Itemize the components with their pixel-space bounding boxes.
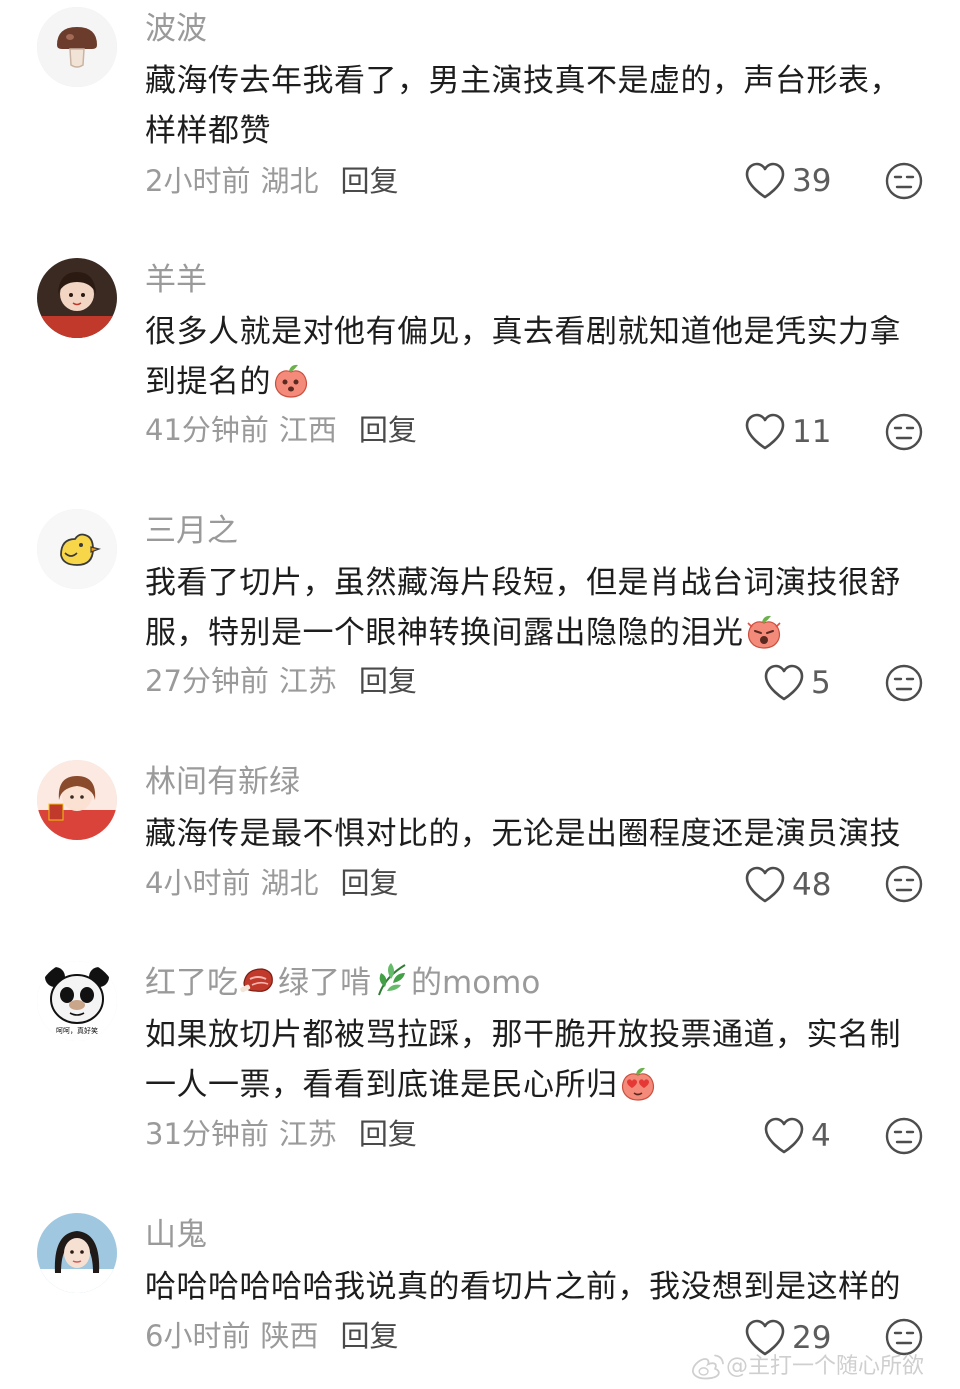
reply-button[interactable]: 回复 (340, 1319, 398, 1353)
comment-location: 江苏 (278, 664, 337, 698)
comment-text: 如果放切片都被骂拉踩，那干脆开放投票通道，实名制一人一票，看看到底谁是民心所归 (145, 1010, 930, 1110)
user-avatar[interactable] (37, 509, 117, 589)
username-part: 红了吃 (145, 965, 238, 1001)
like-count: 11 (792, 414, 832, 450)
peach-heart-eyes-emoji (621, 1067, 654, 1101)
comment-text-content: 如果放切片都被骂拉踩，那干脆开放投票通道，实名制一人一票，看看到底谁是民心所归 (145, 1017, 901, 1103)
like-button[interactable]: 4 (763, 1113, 831, 1159)
reply-button[interactable]: 回复 (340, 866, 398, 900)
peach-face-emoji (274, 364, 308, 398)
dislike-face-icon[interactable] (884, 864, 924, 904)
comment-meta: 6小时前 陕西 回复 (145, 1313, 398, 1359)
watermark-text: @主打一个随心所欲 (726, 1354, 925, 1379)
comment-meta: 41分钟前 江西 回复 (145, 407, 417, 453)
comment-time: 4小时前 (145, 866, 251, 900)
reply-button[interactable]: 回复 (359, 413, 417, 447)
comment-text: 很多人就是对他有偏见，真去看剧就知道他是凭实力拿到提名的 (145, 307, 930, 407)
like-button[interactable]: 5 (763, 660, 831, 706)
peach-shocked-emoji (746, 615, 781, 649)
comment-time: 41分钟前 (145, 413, 269, 447)
comment-time: 27分钟前 (145, 664, 269, 698)
comment-text-content: 很多人就是对他有偏见，真去看剧就知道他是凭实力拿到提名的 (145, 314, 901, 400)
heart-icon (764, 1117, 804, 1154)
mushroom-icon (37, 7, 117, 87)
comment-time: 31分钟前 (145, 1117, 269, 1151)
comment-meta: 31分钟前 江苏 回复 (145, 1111, 417, 1157)
reply-button[interactable]: 回复 (340, 164, 398, 198)
heart-icon (745, 413, 785, 450)
reply-button[interactable]: 回复 (359, 664, 417, 698)
comment-meta: 4小时前 湖北 回复 (145, 860, 398, 906)
comment-text: 我看了切片，虽然藏海片段短，但是肖战台词演技很舒服，特别是一个眼神转换间露出隐隐… (145, 558, 930, 658)
username[interactable]: 波波 (145, 4, 207, 54)
comment-text: 哈哈哈哈哈哈我说真的看切片之前，我没想到是这样的 (145, 1269, 901, 1305)
reply-button[interactable]: 回复 (359, 1117, 417, 1151)
comment-location: 陕西 (260, 1319, 319, 1353)
dislike-face-icon[interactable] (884, 412, 924, 452)
like-button[interactable]: 48 (744, 862, 831, 908)
dislike-face-icon[interactable] (884, 663, 924, 703)
dislike-face-icon[interactable] (884, 1116, 924, 1156)
comment-location: 江西 (278, 413, 337, 447)
comment-location: 湖北 (260, 164, 319, 198)
chick-icon (37, 509, 117, 589)
girl-photo-avatar (37, 258, 117, 338)
woman-photo-avatar (37, 1213, 117, 1293)
like-count: 5 (811, 665, 831, 701)
username-part: 绿了啃 (278, 965, 371, 1001)
username[interactable]: 山鬼 (145, 1210, 207, 1260)
weibo-icon (692, 1354, 724, 1380)
avatar-caption: 呵呵，真好笑 (56, 1026, 98, 1035)
comment-time: 2小时前 (145, 164, 251, 198)
username-part: 的momo (411, 965, 541, 1001)
user-avatar[interactable] (37, 7, 117, 87)
username[interactable]: 羊羊 (145, 255, 207, 305)
user-avatar[interactable] (37, 1213, 117, 1293)
leaf-emoji (378, 963, 406, 996)
like-count: 4 (811, 1118, 831, 1154)
watermark: @主打一个随心所欲 (690, 1350, 924, 1384)
heart-icon (745, 162, 785, 199)
meat-emoji (240, 968, 273, 993)
comment-text: 藏海传去年我看了，男主演技真不是虚的，声台形表，样样都赞 (145, 63, 901, 149)
comment-text: 藏海传是最不惧对比的，无论是出圈程度还是演员演技 (145, 816, 901, 852)
comment-location: 江苏 (278, 1117, 337, 1151)
comment-time: 6小时前 (145, 1319, 251, 1353)
heart-icon (745, 866, 785, 903)
comment-meta: 27分钟前 江苏 回复 (145, 658, 417, 704)
user-avatar[interactable]: 呵呵，真好笑 (37, 961, 117, 1041)
heart-icon (764, 664, 804, 701)
username[interactable]: 林间有新绿 (145, 757, 300, 807)
illustrated-girl-avatar (37, 760, 117, 840)
like-count: 48 (792, 867, 832, 903)
like-count: 39 (792, 163, 832, 199)
comment-text-content: 我看了切片，虽然藏海片段短，但是肖战台词演技很舒服，特别是一个眼神转换间露出隐隐… (145, 565, 901, 651)
user-avatar[interactable] (37, 258, 117, 338)
username[interactable]: 红了吃 绿了啃 的momo (145, 958, 540, 1008)
panda-meme-avatar: 呵呵，真好笑 (37, 961, 117, 1041)
dislike-face-icon[interactable] (884, 161, 924, 201)
comment-meta: 2小时前 湖北 回复 (145, 158, 398, 204)
like-button[interactable]: 11 (744, 409, 831, 455)
user-avatar[interactable] (37, 760, 117, 840)
comment-location: 湖北 (260, 866, 319, 900)
username[interactable]: 三月之 (145, 506, 238, 556)
like-button[interactable]: 39 (744, 158, 831, 204)
